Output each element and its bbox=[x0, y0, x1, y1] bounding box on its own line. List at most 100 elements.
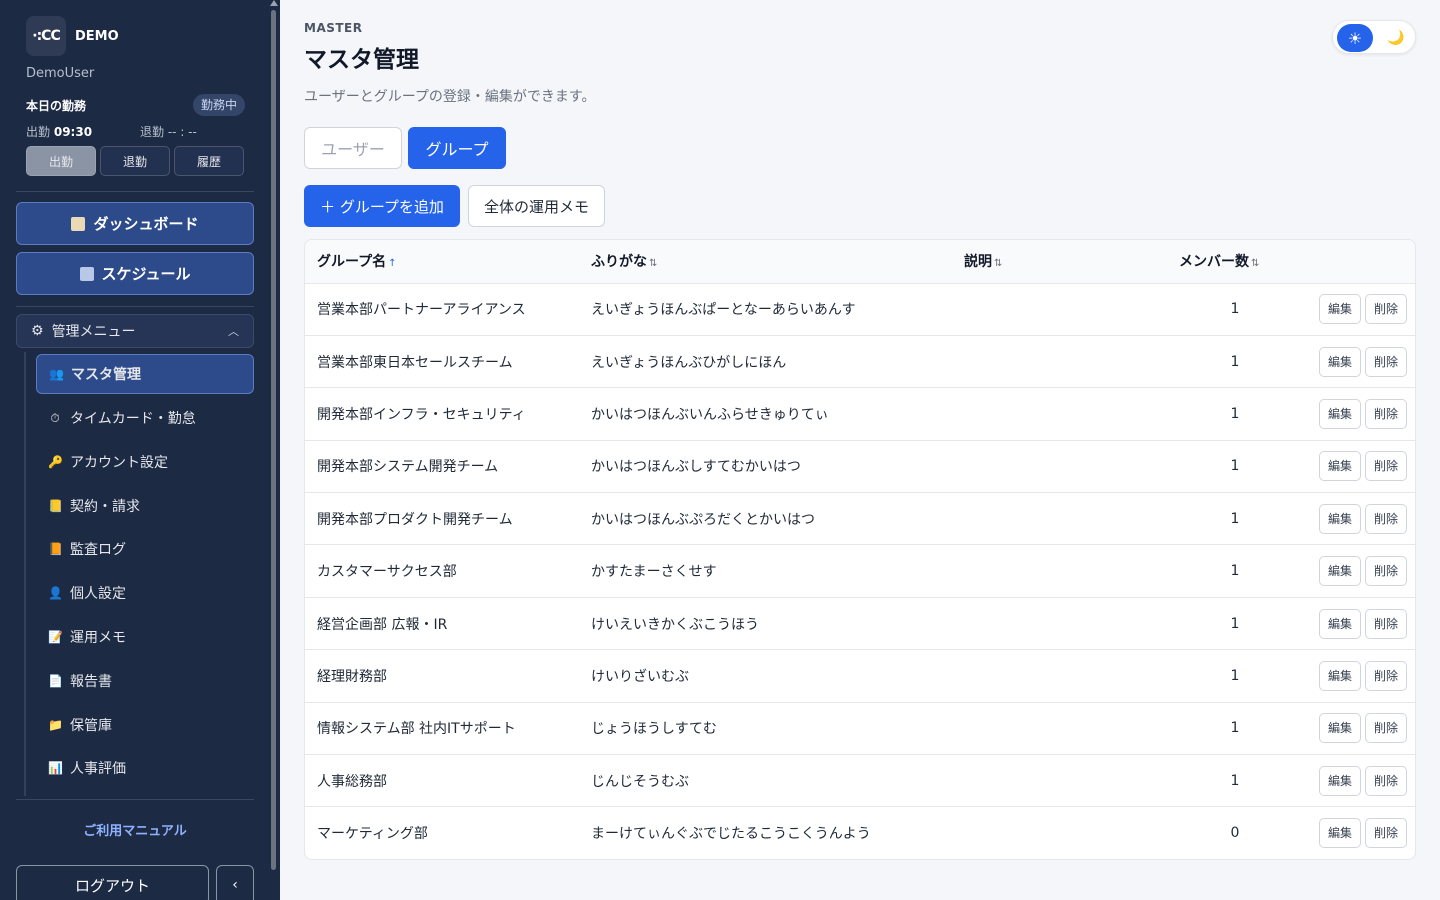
delete-button[interactable]: 削除 bbox=[1364, 346, 1407, 377]
edit-button[interactable]: 編集 bbox=[1318, 713, 1361, 744]
column-header-label: ふりがな bbox=[591, 254, 647, 271]
admin-menu-label: 管理メニュー bbox=[51, 324, 136, 340]
sort-asc-icon: ↑ bbox=[388, 258, 397, 270]
delete-button[interactable]: 削除 bbox=[1364, 503, 1407, 534]
delete-button[interactable]: 削除 bbox=[1364, 556, 1407, 587]
sidebar-item-vault[interactable]: 📁 保管庫 bbox=[36, 705, 254, 745]
add-group-button[interactable]: ＋ グループを追加 bbox=[304, 185, 460, 227]
delete-button[interactable]: 削除 bbox=[1364, 660, 1407, 691]
edit-button[interactable]: 編集 bbox=[1318, 398, 1361, 429]
table-row: 経理財務部 けいりざいむぶ 1 編集 削除 bbox=[305, 649, 1415, 703]
group-description bbox=[964, 283, 1179, 336]
member-count: 1 bbox=[1179, 754, 1291, 808]
group-kana: じんじそうむぶ bbox=[591, 754, 964, 808]
edit-button[interactable]: 編集 bbox=[1318, 346, 1361, 377]
member-count: 1 bbox=[1179, 702, 1291, 756]
group-name: カスタマーサクセス部 bbox=[305, 544, 591, 598]
member-count: 1 bbox=[1179, 544, 1291, 598]
column-header-label: 説明 bbox=[964, 254, 992, 271]
sidebar-item-report[interactable]: 📄 報告書 bbox=[36, 661, 254, 701]
row-actions: 編集 削除 bbox=[1291, 807, 1415, 859]
table-row: 開発本部プロダクト開発チーム かいはつほんぶぷろだくとかいはつ 1 編集 削除 bbox=[305, 492, 1415, 546]
column-header-desc[interactable]: 説明 ⇅ bbox=[964, 240, 1179, 284]
ledger-icon: 📒 bbox=[48, 499, 63, 513]
clock-in-button[interactable]: 出勤 bbox=[26, 146, 96, 176]
sort-icon: ⇅ bbox=[1251, 258, 1260, 270]
delete-button[interactable]: 削除 bbox=[1364, 818, 1407, 849]
edit-button[interactable]: 編集 bbox=[1318, 556, 1361, 587]
delete-button[interactable]: 削除 bbox=[1364, 294, 1407, 325]
brand[interactable]: ·:CC DEMO bbox=[26, 16, 119, 56]
column-header-kana[interactable]: ふりがな ⇅ bbox=[591, 240, 964, 284]
group-kana: えいぎょうほんぶひがしにほん bbox=[591, 335, 964, 389]
table-row: 営業本部東日本セールスチーム えいぎょうほんぶひがしにほん 1 編集 削除 bbox=[305, 335, 1415, 389]
group-kana: かいはつほんぶいんふらせきゅりてぃ bbox=[591, 387, 964, 441]
edit-button[interactable]: 編集 bbox=[1318, 765, 1361, 796]
divider bbox=[16, 191, 254, 192]
clipboard-icon bbox=[71, 216, 86, 231]
sidebar-item-memo[interactable]: 📝 運用メモ bbox=[36, 617, 254, 657]
gear-icon: ⚙ bbox=[31, 323, 44, 339]
clock-out-button[interactable]: 退勤 bbox=[100, 146, 170, 176]
group-name: 営業本部東日本セールスチーム bbox=[305, 335, 591, 389]
delete-button[interactable]: 削除 bbox=[1364, 713, 1407, 744]
clock-in-info: 出勤 09:30 bbox=[26, 123, 92, 140]
nav-schedule-label: スケジュール bbox=[101, 265, 191, 283]
nav-schedule[interactable]: スケジュール bbox=[16, 252, 254, 295]
logout-button[interactable]: ログアウト bbox=[16, 865, 209, 900]
group-name: 経営企画部 広報・IR bbox=[305, 597, 591, 651]
scroll-up-icon[interactable] bbox=[270, 0, 278, 6]
brand-name: DEMO bbox=[75, 28, 119, 44]
sidebar-item-timecard[interactable]: ⏱ タイムカード・勤怠 bbox=[36, 398, 254, 438]
edit-button[interactable]: 編集 bbox=[1318, 294, 1361, 325]
member-count: 1 bbox=[1179, 387, 1291, 441]
sidebar-scrollbar[interactable] bbox=[270, 0, 278, 900]
group-name: 経理財務部 bbox=[305, 649, 591, 703]
sidebar-item-account[interactable]: 🔑 アカウント設定 bbox=[36, 442, 254, 482]
scrollbar-thumb[interactable] bbox=[271, 10, 276, 870]
sidebar-item-label: 監査ログ bbox=[70, 542, 126, 558]
delete-button[interactable]: 削除 bbox=[1364, 451, 1407, 482]
sort-icon: ⇅ bbox=[994, 258, 1003, 270]
group-name: 開発本部プロダクト開発チーム bbox=[305, 492, 591, 546]
clock-in-label: 出勤 bbox=[26, 125, 51, 139]
sidebar-item-contract[interactable]: 📒 契約・請求 bbox=[36, 486, 254, 526]
notebook-icon: 📙 bbox=[48, 542, 63, 556]
sidebar-item-master[interactable]: 👥 マスタ管理 bbox=[36, 354, 254, 394]
sidebar-item-evaluation[interactable]: 📊 人事評価 bbox=[36, 748, 254, 788]
tab-groups[interactable]: グループ bbox=[408, 127, 506, 169]
group-description bbox=[964, 440, 1179, 494]
delete-button[interactable]: 削除 bbox=[1364, 608, 1407, 639]
column-header-count[interactable]: メンバー数 ⇅ bbox=[1179, 240, 1291, 284]
edit-button[interactable]: 編集 bbox=[1318, 451, 1361, 482]
nav-dashboard[interactable]: ダッシュボード bbox=[16, 202, 254, 245]
global-memo-button[interactable]: 全体の運用メモ bbox=[468, 185, 605, 227]
collapse-sidebar-button[interactable]: ‹ bbox=[216, 865, 254, 900]
edit-button[interactable]: 編集 bbox=[1318, 818, 1361, 849]
column-header-label: メンバー数 bbox=[1179, 254, 1249, 271]
theme-toggle[interactable]: ☀ 🌙 bbox=[1332, 20, 1416, 54]
group-kana: かいはつほんぶしすてむかいはつ bbox=[591, 440, 964, 494]
memo-icon: 📝 bbox=[48, 630, 63, 644]
edit-button[interactable]: 編集 bbox=[1318, 608, 1361, 639]
key-icon: 🔑 bbox=[48, 455, 63, 469]
groups-table: グループ名 ↑ ふりがな ⇅ 説明 ⇅ メンバー数 ⇅ 営業本部パートナーアライアンス … bbox=[304, 239, 1416, 860]
sidebar-item-label: 運用メモ bbox=[70, 630, 126, 646]
sidebar-item-audit[interactable]: 📙 監査ログ bbox=[36, 529, 254, 569]
history-button[interactable]: 履歴 bbox=[174, 146, 244, 176]
edit-button[interactable]: 編集 bbox=[1318, 503, 1361, 534]
sun-icon[interactable]: ☀ bbox=[1337, 24, 1373, 52]
sidebar-item-label: マスタ管理 bbox=[71, 367, 141, 383]
moon-icon[interactable]: 🌙 bbox=[1379, 24, 1413, 52]
delete-button[interactable]: 削除 bbox=[1364, 398, 1407, 429]
chevron-up-icon: ︿ bbox=[228, 325, 239, 338]
person-icon: 👤 bbox=[48, 586, 63, 600]
column-header-name[interactable]: グループ名 ↑ bbox=[305, 240, 591, 284]
delete-button[interactable]: 削除 bbox=[1364, 765, 1407, 796]
admin-menu-toggle[interactable]: ⚙ 管理メニュー ︿ bbox=[16, 314, 254, 348]
brand-logo-icon: ·:CC bbox=[26, 16, 66, 56]
tab-users[interactable]: ユーザー bbox=[304, 127, 402, 169]
manual-link[interactable]: ご利用マニュアル bbox=[16, 820, 254, 839]
sidebar-item-personal[interactable]: 👤 個人設定 bbox=[36, 573, 254, 613]
edit-button[interactable]: 編集 bbox=[1318, 660, 1361, 691]
